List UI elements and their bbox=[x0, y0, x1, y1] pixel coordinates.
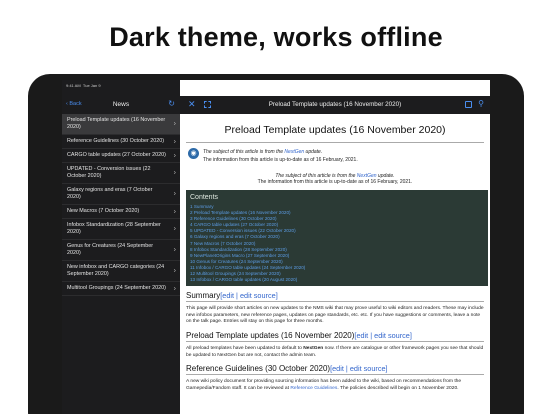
edit-link[interactable]: edit bbox=[332, 364, 344, 373]
chevron-right-icon: › bbox=[173, 267, 176, 275]
news-list: Preload Template updates (16 November 20… bbox=[62, 114, 180, 296]
chevron-right-icon: › bbox=[173, 285, 176, 292]
table-of-contents: Contents 1 Summary 2 Preload Template up… bbox=[186, 190, 488, 287]
status-bar: 9:41 AM Tue Jan 9 bbox=[62, 80, 490, 91]
expand-icon[interactable] bbox=[204, 101, 211, 108]
edit-link[interactable]: edit bbox=[222, 291, 234, 300]
detail-navbar: Preload Template updates (16 November 20… bbox=[180, 96, 490, 114]
reference-paragraph: A new wiki policy document for providing… bbox=[186, 379, 462, 391]
sidebar-navbar: News ‹ Back ↻ bbox=[62, 96, 180, 114]
detail-title: Preload Template updates (16 November 20… bbox=[268, 101, 402, 108]
edit-source-link[interactable]: edit source bbox=[240, 291, 276, 300]
section-heading-summary: Summary[edit | edit source] bbox=[186, 291, 484, 303]
chevron-right-icon: › bbox=[173, 246, 176, 254]
title-divider bbox=[186, 142, 484, 143]
section-heading-reference: Reference Guidelines (30 October 2020)[e… bbox=[186, 364, 484, 376]
chevron-right-icon: › bbox=[173, 208, 176, 215]
section-heading-preload: Preload Template updates (16 November 20… bbox=[186, 331, 484, 342]
list-item[interactable]: Genus for Creatures (24 September 2020) › bbox=[62, 240, 180, 261]
list-item[interactable]: Infobox Standardization (28 September 20… bbox=[62, 219, 180, 240]
link-icon[interactable]: ⚲ bbox=[478, 99, 484, 108]
status-date: Tue Jan 9 bbox=[82, 83, 101, 88]
list-item[interactable]: Reference Guidelines (30 October 2020) › bbox=[62, 135, 180, 149]
tablet-screen: 9:41 AM Tue Jan 9 News ‹ Back ↻ Preload … bbox=[62, 80, 490, 414]
back-button[interactable]: ‹ Back bbox=[66, 101, 82, 107]
list-item[interactable]: New infobox and CARGO categories (24 Sep… bbox=[62, 261, 180, 282]
toc-entry[interactable]: 13 Infobox / CARGO table updates (20 Aug… bbox=[190, 277, 484, 283]
article-content: Preload Template updates (16 November 20… bbox=[180, 114, 490, 414]
chevron-right-icon: › bbox=[173, 138, 176, 145]
edit-source-link[interactable]: edit source bbox=[350, 364, 386, 373]
refresh-icon[interactable]: ↻ bbox=[168, 99, 175, 108]
bookmark-icon[interactable] bbox=[465, 101, 472, 108]
article-title: Preload Template updates (16 November 20… bbox=[224, 124, 446, 136]
promo-headline: Dark theme, works offline bbox=[109, 22, 443, 52]
preload-paragraph: All preload templates have been updated … bbox=[186, 346, 484, 358]
toc-title: Contents bbox=[190, 194, 219, 201]
version-note-centered: The subject of this article is from the … bbox=[257, 173, 413, 185]
toc-entries: 1 Summary 2 Preload Template updates (16… bbox=[190, 204, 484, 283]
reference-guidelines-link[interactable]: Reference Guidelines bbox=[290, 386, 337, 391]
chevron-right-icon: › bbox=[173, 120, 176, 128]
edit-source-link[interactable]: edit source bbox=[374, 331, 410, 340]
nextgen-icon: ◉ bbox=[188, 148, 199, 159]
edit-link[interactable]: edit bbox=[356, 331, 368, 340]
chevron-right-icon: › bbox=[173, 225, 176, 233]
list-item[interactable]: Multitool Groupings (24 September 2020) › bbox=[62, 282, 180, 296]
chevron-right-icon: › bbox=[173, 152, 176, 159]
close-icon[interactable]: ✕ bbox=[188, 99, 196, 110]
list-item[interactable]: UPDATED - Conversion issues (22 October … bbox=[62, 163, 180, 184]
chevron-right-icon: › bbox=[173, 169, 176, 177]
status-time: 9:41 AM bbox=[66, 83, 81, 88]
list-item[interactable]: CARGO table updates (27 October 2020) › bbox=[62, 149, 180, 163]
chevron-right-icon: › bbox=[173, 190, 176, 198]
version-notice: ◉ The subject of this article is from th… bbox=[188, 148, 484, 164]
list-item[interactable]: Galaxy regions and eras (7 October 2020)… bbox=[62, 184, 180, 205]
list-item[interactable]: New Macros (7 October 2020) › bbox=[62, 205, 180, 219]
list-item[interactable]: Preload Template updates (16 November 20… bbox=[62, 114, 180, 135]
app-store-screenshot: Dark theme, works offline 9:41 AM Tue Ja… bbox=[0, 0, 552, 414]
news-sidebar: 9:41 AM Tue Jan 9 News ‹ Back ↻ Preload … bbox=[62, 80, 180, 414]
summary-paragraph: This page will provide short articles on… bbox=[186, 306, 484, 325]
nextgen-link[interactable]: NextGen bbox=[284, 149, 304, 155]
